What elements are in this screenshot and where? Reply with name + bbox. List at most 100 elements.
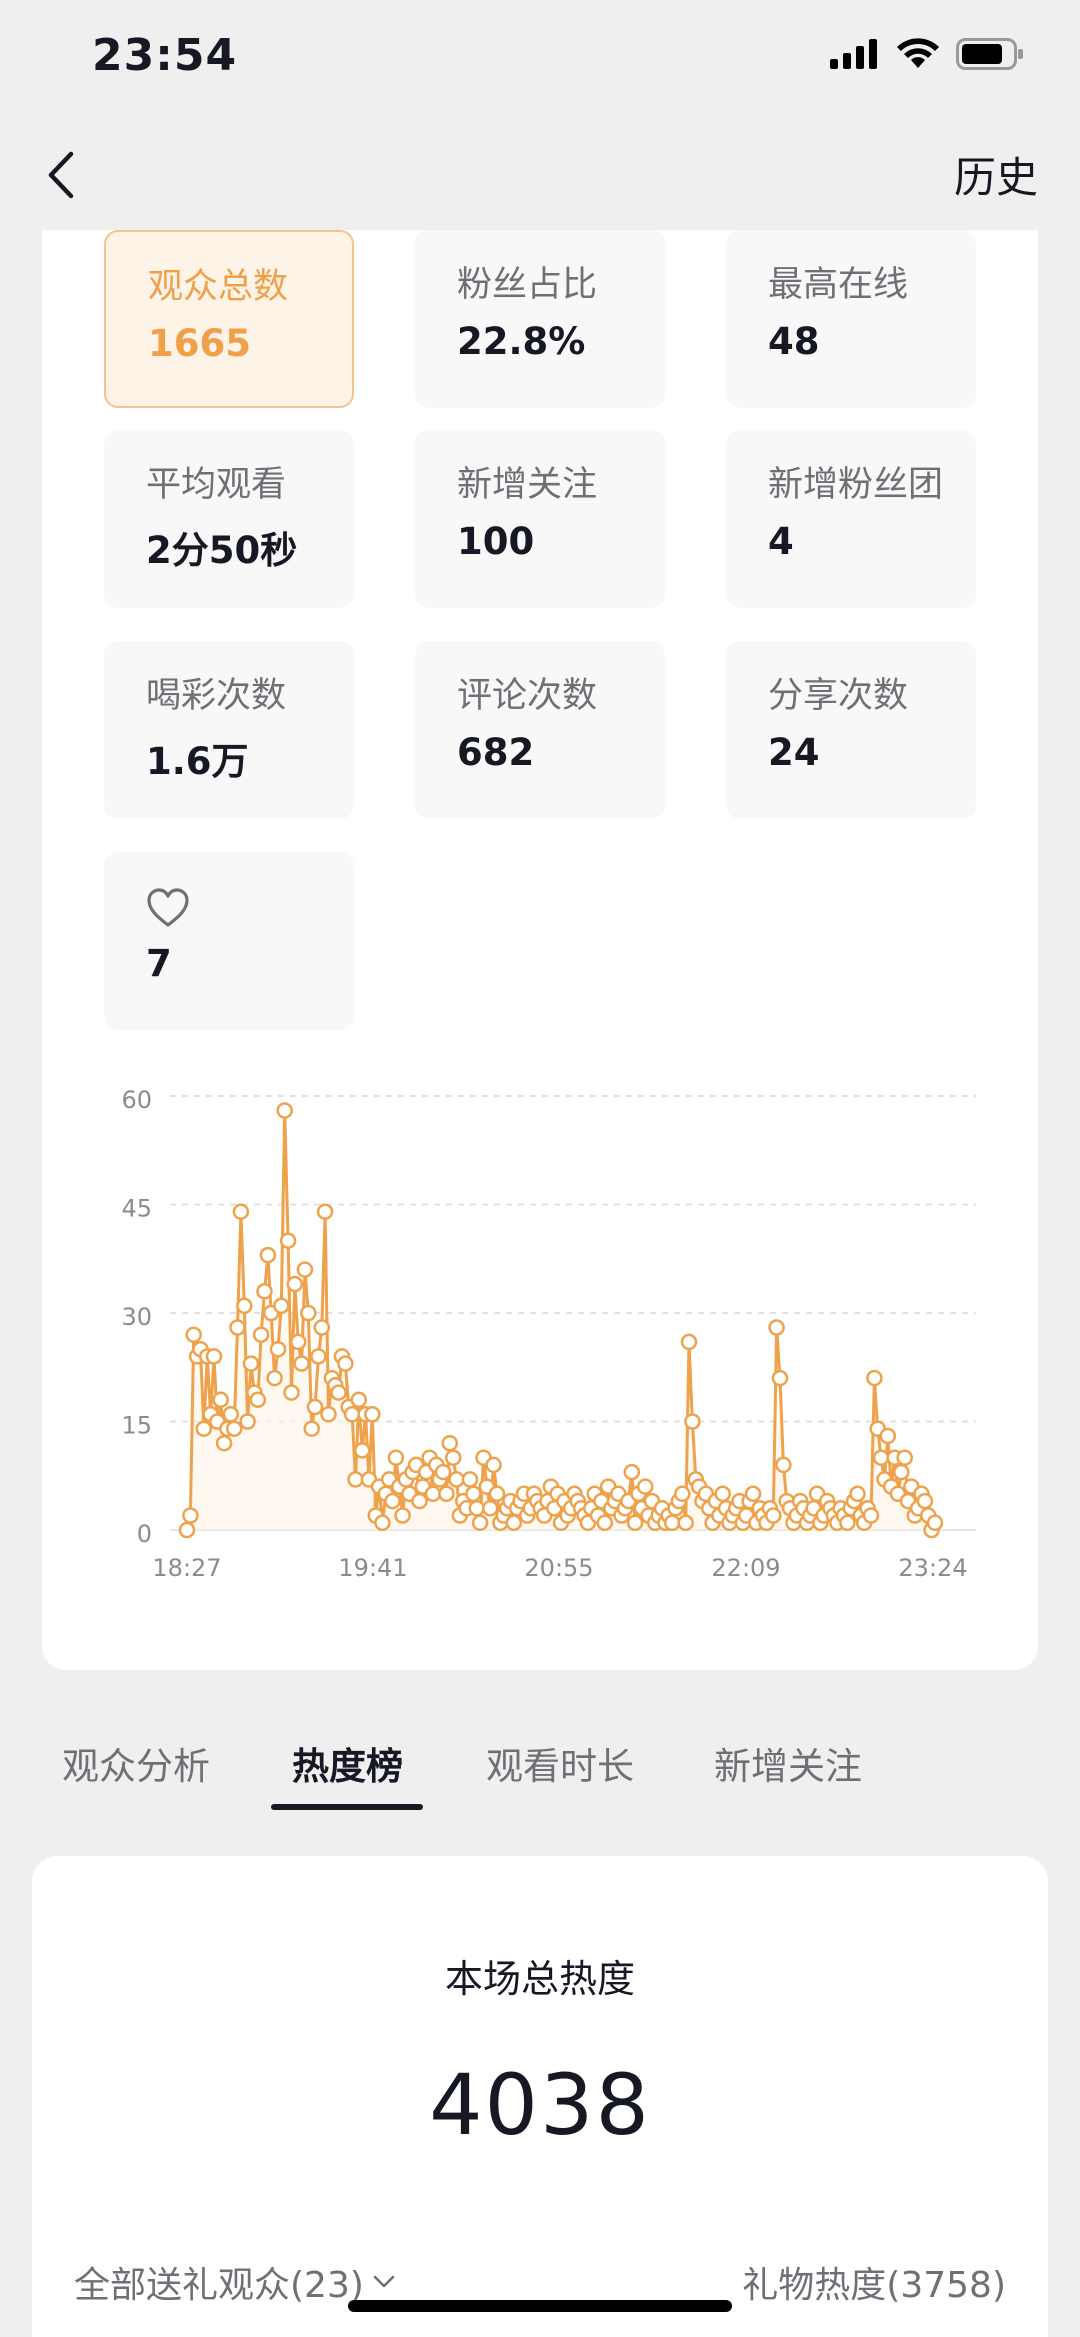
y-tick-label: 0 <box>137 1520 152 1548</box>
stat-value: 100 <box>457 520 535 563</box>
stat-value: 1665 <box>148 322 251 365</box>
data-point <box>266 1369 283 1387</box>
data-point <box>663 1514 681 1532</box>
data-point <box>276 1102 293 1119</box>
status-time: 23:54 <box>92 30 238 81</box>
stat-tile-new-fan-club[interactable]: 新增粉丝团 4 <box>726 430 976 608</box>
history-button[interactable]: 历史 <box>954 144 1038 205</box>
data-point <box>279 1232 297 1249</box>
stat-label: 观众总数 <box>148 267 289 307</box>
data-point <box>236 1297 253 1315</box>
back-button[interactable] <box>30 142 90 208</box>
stat-tile-fan-ratio[interactable]: 粉丝占比 22.8% <box>415 230 665 408</box>
data-point <box>242 1355 260 1372</box>
y-tick-label: 45 <box>121 1195 152 1223</box>
data-point <box>674 1485 691 1503</box>
data-point <box>215 1434 233 1452</box>
data-point <box>438 1485 455 1503</box>
x-tick-label: 18:27 <box>152 1554 221 1582</box>
data-point <box>744 1485 762 1503</box>
data-point <box>310 1348 327 1365</box>
stat-label: 粉丝占比 <box>457 265 598 305</box>
heat-card: 本场总热度 4038 全部送礼观众(23) 礼物热度(3758) <box>32 1856 1048 2337</box>
data-point <box>195 1420 213 1437</box>
data-point <box>225 1420 243 1437</box>
status-icons <box>830 38 1024 70</box>
cellular-signal-icon <box>830 39 877 69</box>
data-point <box>394 1507 411 1524</box>
data-point <box>293 1355 310 1372</box>
data-point <box>862 1507 880 1524</box>
stat-tile-total-viewers[interactable]: 观众总数 1665 <box>104 230 354 408</box>
stat-value: 7 <box>146 942 172 985</box>
data-point <box>485 1456 502 1474</box>
data-point <box>434 1463 452 1481</box>
data-point <box>771 1369 789 1387</box>
stat-value: 22.8% <box>457 320 586 363</box>
data-point <box>296 1261 314 1278</box>
data-point <box>444 1449 462 1466</box>
stat-label: 评论次数 <box>457 676 598 716</box>
data-point <box>468 1500 486 1517</box>
data-point <box>353 1442 371 1459</box>
tab-new-follows[interactable]: 新增关注 <box>714 1736 862 1790</box>
data-point <box>256 1283 273 1300</box>
data-point <box>364 1406 381 1423</box>
stat-value: 4 <box>768 520 794 563</box>
stat-tile-avg-watch[interactable]: 平均观看 2分50秒 <box>104 430 354 608</box>
stat-value: 48 <box>768 320 820 363</box>
stat-tile-peak-online[interactable]: 最高在线 48 <box>726 230 976 408</box>
data-point <box>488 1485 506 1503</box>
data-point <box>252 1326 270 1343</box>
viewer-trend-chart: 0 15 30 45 60 18:27 19:41 20:55 22:09 23:24 <box>121 1090 976 1582</box>
chevron-left-icon <box>48 151 74 199</box>
y-tick-label: 15 <box>121 1412 152 1440</box>
data-point <box>286 1275 304 1293</box>
data-point <box>343 1406 361 1423</box>
data-point <box>916 1492 934 1510</box>
chevron-down-icon <box>373 2275 395 2288</box>
data-point <box>677 1514 694 1532</box>
x-tick-label: 19:41 <box>338 1554 407 1582</box>
data-point <box>273 1297 290 1315</box>
tab-active-indicator <box>271 1804 423 1810</box>
home-indicator <box>348 2300 732 2312</box>
data-point <box>680 1333 698 1351</box>
data-point <box>384 1492 401 1510</box>
audience-filter-dropdown[interactable]: 全部送礼观众(23) <box>74 2256 396 2308</box>
data-point <box>185 1326 202 1343</box>
stat-tile-new-follows[interactable]: 新增关注 100 <box>415 430 665 608</box>
series-area <box>187 1110 935 1530</box>
y-tick-label: 30 <box>121 1303 152 1331</box>
tab-audience-analysis[interactable]: 观众分析 <box>62 1736 210 1790</box>
data-point <box>337 1355 354 1372</box>
data-point <box>849 1485 866 1503</box>
data-point <box>249 1391 267 1409</box>
data-point <box>626 1514 644 1532</box>
data-point <box>374 1514 391 1532</box>
data-point <box>714 1485 731 1503</box>
data-point <box>303 1420 320 1437</box>
data-point <box>684 1413 701 1430</box>
stat-label: 新增关注 <box>457 465 598 505</box>
heat-title: 本场总热度 <box>444 1957 635 2001</box>
data-point <box>596 1514 614 1532</box>
stat-tile-cheers[interactable]: 喝彩次数 1.6万 <box>104 641 354 819</box>
data-point <box>768 1319 785 1336</box>
data-point <box>441 1434 459 1452</box>
stat-tile-comments[interactable]: 评论次数 682 <box>415 641 665 819</box>
x-tick-label: 22:09 <box>711 1554 780 1582</box>
stat-label: 平均观看 <box>146 465 287 505</box>
data-point <box>320 1406 337 1423</box>
y-tick-label: 60 <box>121 1090 152 1114</box>
data-point <box>229 1319 246 1336</box>
nav-bar: 历史 <box>0 120 1080 230</box>
stat-tile-shares[interactable]: 分享次数 24 <box>726 641 976 819</box>
stat-tile-likes[interactable]: 7 <box>104 852 354 1030</box>
stat-value: 2分50秒 <box>146 529 298 572</box>
tab-heat-ranking[interactable]: 热度榜 <box>292 1736 403 1790</box>
tab-watch-duration[interactable]: 观看时长 <box>486 1736 634 1790</box>
data-point <box>775 1456 792 1474</box>
data-point <box>505 1514 523 1532</box>
data-point <box>481 1500 499 1517</box>
